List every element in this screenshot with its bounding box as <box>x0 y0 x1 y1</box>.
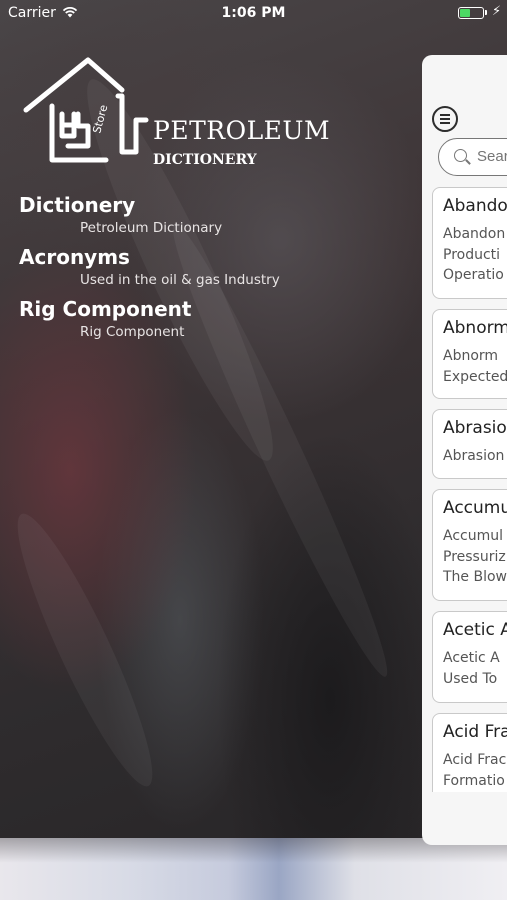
menu-item-title: Dictionery <box>19 193 136 217</box>
menu-item-subtitle: Rig Component <box>80 324 185 340</box>
term-card[interactable]: Abandon Abandon Producti Operatio <box>432 187 507 299</box>
term-definition-line: Abandon <box>443 226 506 242</box>
logo-subtitle: DICTIONERY <box>153 152 257 168</box>
term-card[interactable]: Abnorma Abnorm Expected <box>432 309 507 399</box>
term-definition-line: Pressuriz <box>443 548 506 565</box>
search-icon <box>454 149 467 162</box>
term-title: Abnorma <box>443 318 507 338</box>
menu-item-subtitle: Used in the oil & gas Industry <box>80 272 280 288</box>
term-title: Abrasion <box>443 418 507 438</box>
term-definition-line: The Blow <box>443 569 507 585</box>
term-definition-line: Abnorm <box>443 348 499 364</box>
menu-item-acronyms[interactable]: Acronyms Used in the oil & gas Industry <box>19 245 399 289</box>
term-card[interactable]: Acetic A Acetic A Used To <box>432 611 507 703</box>
menu-item-dictionery[interactable]: Dictionery Petroleum Dictionary <box>19 193 399 237</box>
background-streak <box>0 503 172 797</box>
status-bar: Carrier 1:06 PM ⚡ <box>0 0 507 28</box>
menu-item-rig-component[interactable]: Rig Component Rig Component <box>19 297 399 341</box>
side-menu: Dictionery Petroleum Dictionary Acronyms… <box>19 193 399 349</box>
term-definition-line: Used To <box>443 670 498 687</box>
term-definition-line: Producti <box>443 246 501 263</box>
term-card[interactable]: Acid Fra Acid Frac Formatio <box>432 713 507 792</box>
menu-item-title: Acronyms <box>19 245 130 269</box>
battery-icon <box>458 7 484 19</box>
logo-badge-text: Store <box>90 103 110 135</box>
hamburger-icon[interactable] <box>432 106 458 132</box>
battery-level <box>460 9 470 17</box>
term-card[interactable]: Accumula Accumul Pressuriz The Blow <box>432 489 507 601</box>
term-title: Acetic A <box>443 620 507 640</box>
menu-item-title: Rig Component <box>19 297 192 321</box>
term-definition-line: Formatio <box>443 772 505 789</box>
term-title: Acid Fra <box>443 722 507 742</box>
clock-time: 1:06 PM <box>221 5 286 21</box>
term-definition-line: Operatio <box>443 267 504 283</box>
menu-item-subtitle: Petroleum Dictionary <box>80 220 223 236</box>
logo-title: PETROLEUM <box>153 116 331 145</box>
term-definition-line: Acetic A <box>443 650 500 666</box>
term-title: Accumula <box>443 498 507 518</box>
term-title: Abandon <box>443 196 507 216</box>
charging-bolt-icon: ⚡ <box>492 4 502 19</box>
main-content-panel[interactable]: Abandon Abandon Producti Operatio Abnorm… <box>422 55 507 845</box>
search-input[interactable] <box>477 148 507 165</box>
term-definition-line: Acid Frac <box>443 752 507 768</box>
term-list: Abandon Abandon Producti Operatio Abnorm… <box>432 187 507 792</box>
term-definition-line: Accumul <box>443 528 503 544</box>
term-card[interactable]: Abrasion Abrasion <box>432 409 507 479</box>
term-definition-line: Abrasion <box>443 448 505 464</box>
background-bottom-strip <box>0 838 507 900</box>
term-definition-line: Expected <box>443 368 507 385</box>
search-bar[interactable] <box>438 138 507 176</box>
battery-nub <box>485 10 487 15</box>
